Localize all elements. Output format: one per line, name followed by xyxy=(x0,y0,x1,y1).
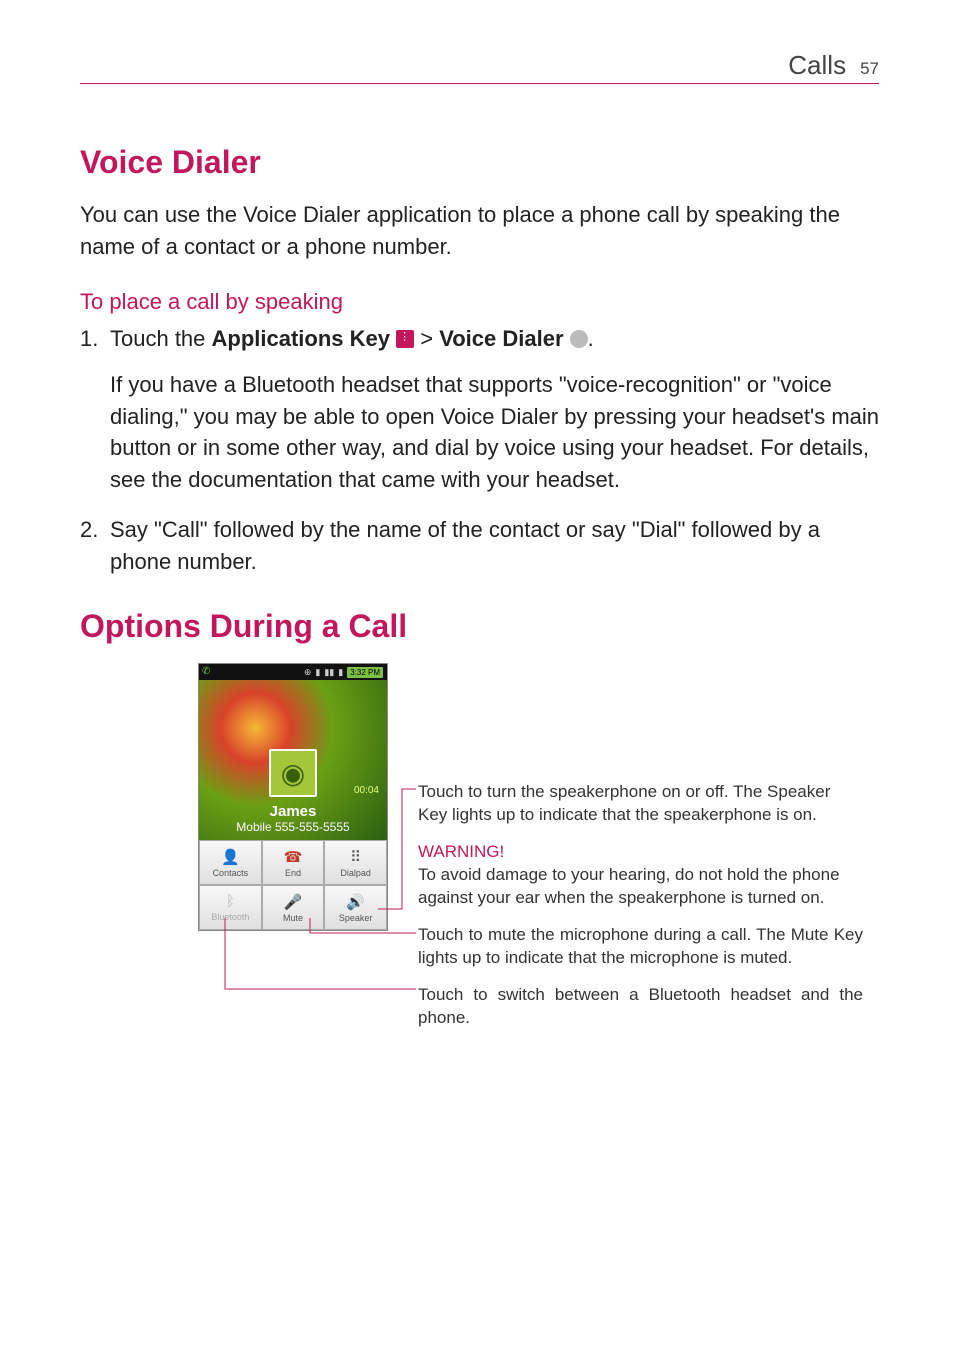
phone-call-icon: ✆ xyxy=(202,666,210,677)
mute-label: Mute xyxy=(283,913,303,923)
contact-avatar-icon: ◉ xyxy=(269,749,317,797)
voice-dialer-intro: You can use the Voice Dialer application… xyxy=(80,199,879,263)
step-1-number: 1. xyxy=(80,323,98,355)
speaker-label: Speaker xyxy=(339,913,373,923)
bluetooth-label: Bluetooth xyxy=(211,912,249,922)
contacts-label: Contacts xyxy=(213,868,249,878)
call-timer: 00:04 xyxy=(354,785,379,796)
phone-statusbar: ✆ ⊕ ▮ ▮▮ ▮ 3:32 PM xyxy=(199,664,387,680)
status-time: 3:32 PM xyxy=(347,667,383,678)
end-label: End xyxy=(285,868,301,878)
step-2-body: Say "Call" followed by the name of the c… xyxy=(110,517,820,574)
header-page-number: 57 xyxy=(860,59,879,79)
step-1-apps-key: Applications Key xyxy=(212,326,390,351)
contacts-button[interactable]: 👤 Contacts xyxy=(199,840,262,885)
dialpad-icon: ⠿ xyxy=(350,848,361,866)
bluetooth-button[interactable]: ᛒ Bluetooth xyxy=(199,885,262,930)
warning-body: To avoid damage to your hearing, do not … xyxy=(418,865,840,907)
contact-name: James xyxy=(270,803,317,820)
subhead-place-call: To place a call by speaking xyxy=(80,289,879,315)
dialpad-button[interactable]: ⠿ Dialpad xyxy=(324,840,387,885)
speaker-icon: 🔊 xyxy=(346,893,365,911)
bluetooth-icon: ᛒ xyxy=(226,893,235,910)
end-button[interactable]: ☎ End xyxy=(262,840,325,885)
header-section-title: Calls xyxy=(788,50,846,81)
step-2-number: 2. xyxy=(80,514,98,546)
status-signal-icon: ▮▮ xyxy=(324,667,334,678)
step-2: 2. Say "Call" followed by the name of th… xyxy=(80,514,879,578)
call-button-grid: 👤 Contacts ☎ End ⠿ Dialpad ᛒ Bluetooth 🎤 xyxy=(199,840,387,930)
step-1: 1. Touch the Applications Key > Voice Di… xyxy=(80,323,879,496)
apps-key-icon xyxy=(396,330,414,348)
status-gps-icon: ⊕ xyxy=(304,667,312,678)
step-1-text-a: Touch the xyxy=(110,326,212,351)
speaker-button[interactable]: 🔊 Speaker xyxy=(324,885,387,930)
contacts-icon: 👤 xyxy=(221,848,240,866)
annotation-warning: WARNING! To avoid damage to your hearing… xyxy=(418,841,863,910)
step-1-body: If you have a Bluetooth headset that sup… xyxy=(110,369,879,497)
call-wallpaper: ◉ 00:04 James Mobile 555-555-5555 xyxy=(199,680,387,840)
annotations: Touch to turn the speakerphone on or off… xyxy=(418,663,863,1043)
section-title-voice-dialer: Voice Dialer xyxy=(80,144,879,181)
contact-number: Mobile 555-555-5555 xyxy=(236,820,349,834)
step-1-voice-dialer: Voice Dialer xyxy=(439,326,563,351)
status-data-icon: ▮ xyxy=(315,667,320,678)
step-1-text-e: . xyxy=(588,326,594,351)
annotation-mute: Touch to mute the microphone during a ca… xyxy=(418,924,863,970)
annotation-speaker: Touch to turn the speakerphone on or off… xyxy=(418,781,863,827)
section-title-options: Options During a Call xyxy=(80,608,879,645)
phone-screenshot: ✆ ⊕ ▮ ▮▮ ▮ 3:32 PM ◉ 00:04 James Mobile … xyxy=(198,663,388,931)
dialpad-label: Dialpad xyxy=(340,868,371,878)
voice-dialer-icon xyxy=(570,330,588,348)
annotation-bluetooth: Touch to switch between a Bluetooth head… xyxy=(418,984,863,1030)
status-battery-icon: ▮ xyxy=(338,667,343,678)
mute-button[interactable]: 🎤 Mute xyxy=(262,885,325,930)
page-header: Calls 57 xyxy=(80,50,879,84)
end-icon: ☎ xyxy=(284,848,303,866)
warning-label: WARNING! xyxy=(418,842,504,861)
mute-icon: 🎤 xyxy=(284,893,303,911)
